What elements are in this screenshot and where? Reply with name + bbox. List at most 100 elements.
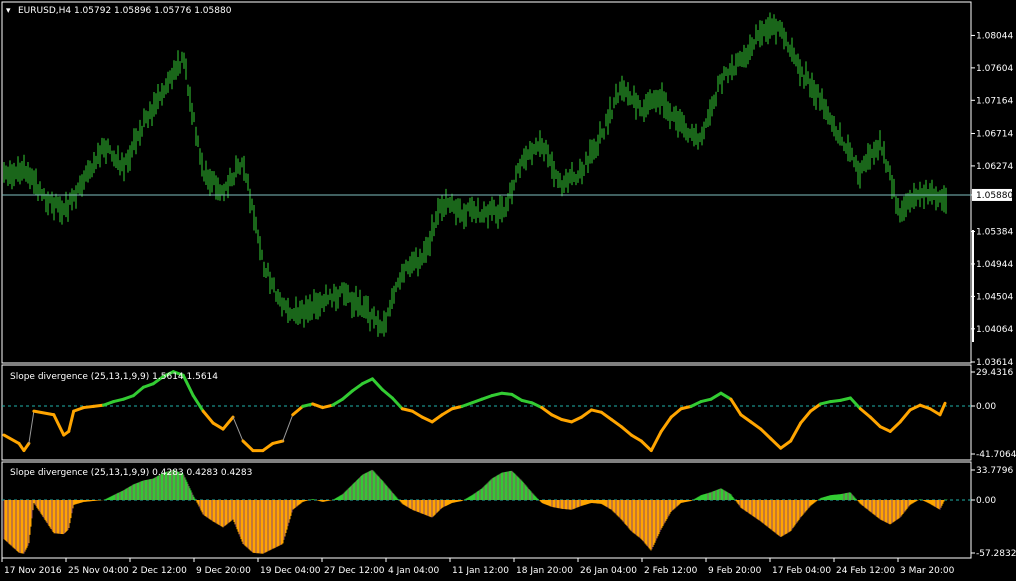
indicator1-plot [2,370,947,453]
price-axis-label: 1.08044 [976,31,1013,41]
indicator1-segment [490,391,504,398]
indicator1-segment [131,385,145,398]
chart-canvas: ▾ EURUSD,H4 1.05792 1.05896 1.05776 1.05… [1,1,1016,576]
indicator1-segment [261,441,275,453]
indicator2-axis-label: -57.2832 [976,549,1016,559]
time-axis-label: 2 Dec 12:00 [132,566,187,576]
indicator1-segment [311,402,325,410]
indicator1-segment [380,388,394,400]
indicator1-segment [580,408,594,419]
indicator1-segment [271,439,285,445]
indicator1-segment [141,382,155,389]
indicator1-segment [82,404,96,410]
time-axis: 17 Nov 2016 25 Nov 04:00 2 Dec 12:00 9 Dec … [1,558,955,576]
time-axis-label: 17 Nov 2016 [4,566,62,576]
indicator1-segment [629,433,643,443]
indicator1-segment [659,415,673,433]
indicator1-segment [809,402,823,413]
indicator1-segment [500,391,514,396]
price-axis-label: 1.04944 [976,260,1013,270]
indicator1-segment [291,404,305,417]
price-header: EURUSD,H4 1.05792 1.05896 1.05776 1.0588… [18,6,232,16]
price-axis-label: 1.07604 [976,64,1013,74]
indicator1-segment [819,400,832,406]
indicator2-plot [3,469,948,554]
indicator1-segment [52,413,66,437]
indicator1-segment [92,403,106,408]
time-axis-label: 19 Dec 04:00 [260,566,321,576]
price-axis-label: 1.04064 [976,325,1013,335]
indicator1-segment [470,397,484,405]
indicator1-segment [938,401,947,417]
time-axis-label: 17 Feb 04:00 [772,566,831,576]
indicator1-segment [301,402,315,408]
indicator1-segment [739,413,753,424]
price-panel-border [1,1,972,364]
indicator1-segment [430,413,444,424]
price-axis-label: 1.05384 [976,228,1013,238]
indicator1-axis-label: 0.00 [976,402,996,412]
indicator1-segment [619,425,633,437]
time-axis-label: 3 Mar 20:00 [900,566,955,576]
time-axis-label: 4 Jan 04:00 [388,566,440,576]
indicator1-segment [550,413,564,422]
indicator1-segment [102,400,116,407]
indicator1-segment [390,396,404,411]
indicator1-segment [719,391,733,401]
indicator1-segment [868,415,882,429]
indicator1-segment [679,404,693,411]
indicator-panel-2: Slope divergence (25,13,1,9,9) 0.4283 0.… [1,461,1016,559]
indicator1-segment [799,409,813,425]
indicator1-segment [838,396,852,402]
indicator1-segment [282,414,294,442]
indicator1-segment [769,437,783,450]
indicator1-segment [898,408,912,424]
indicator1-segment [609,418,623,429]
price-axis-label: 1.06274 [976,162,1013,172]
indicator1-segment [789,421,803,443]
indicator1-segment [370,377,384,392]
indicator1-segment [67,409,76,433]
menu-triangle-icon[interactable]: ▾ [6,6,11,16]
indicator1-segment [590,408,603,414]
indicator1-segment [32,409,56,417]
indicator2-axis-label: 0.00 [976,496,996,506]
indicator1-segment [639,439,653,453]
indicator-panel-1: Slope divergence (25,13,1,9,9) 1.5614 1.… [1,364,1016,461]
indicator1-axis: 29.4316 0.00 -41.7064 [971,368,1016,460]
indicator1-segment [241,439,255,453]
time-axis-label: 26 Jan 04:00 [580,566,637,576]
indicator1-segment [599,410,613,422]
price-panel: ▾ EURUSD,H4 1.05792 1.05896 1.05776 1.05… [1,1,1013,368]
indicator1-segment [201,409,215,425]
time-axis-label: 11 Jan 12:00 [452,566,509,576]
price-bars [3,12,947,337]
price-axis-label: 1.04504 [976,292,1013,302]
time-axis-label: 2 Feb 12:00 [644,566,698,576]
indicator1-segment [649,429,663,453]
indicator1-segment [440,407,454,417]
indicator1-axis-label: 29.4316 [976,368,1013,378]
indicator1-segment [480,394,494,401]
indicator1-segment [420,415,434,424]
indicator1-segment [848,396,862,411]
indicator1-segment [669,407,683,419]
indicator1-segment [888,420,902,433]
price-axis-label: 1.07164 [976,96,1013,106]
indicator1-segment [560,418,574,424]
price-axis-label: 1.03614 [976,358,1013,368]
time-axis-label: 9 Feb 20:00 [708,566,762,576]
indicator1-segment [121,394,135,401]
indicator1-segment [331,397,345,407]
indicator1-segment [191,394,205,413]
indicator1-segment [22,441,31,453]
indicator2-axis-label: 33.7796 [976,466,1013,476]
indicator1-segment [699,397,713,404]
price-axis: 1.08044 1.07604 1.07164 1.06714 1.06274 1.058… [971,31,1013,368]
indicator1-segment [351,382,364,393]
indicator1-segment [828,398,842,404]
indicator1-segment [729,397,743,417]
indicator1-segment [2,433,21,445]
indicator1-segment [759,427,773,441]
indicator1-segment [341,389,355,401]
